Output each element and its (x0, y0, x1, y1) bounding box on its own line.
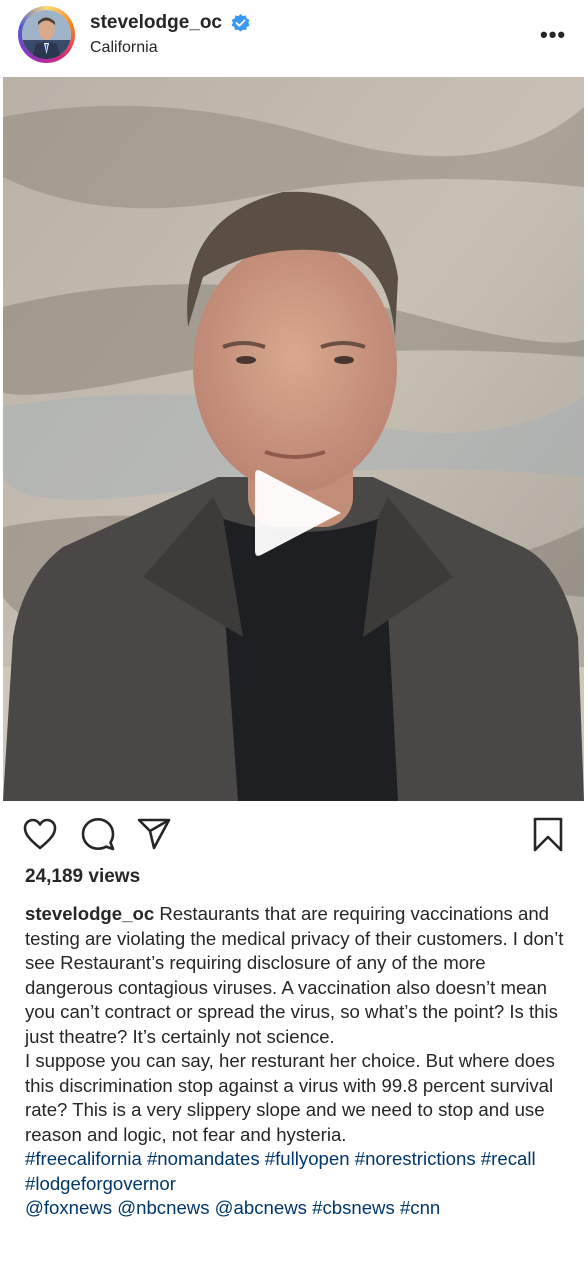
play-icon[interactable] (255, 467, 347, 559)
caption-mentions[interactable]: @foxnews @nbcnews @abcnews #cbsnews #cnn (25, 1196, 565, 1221)
video-frame (3, 77, 584, 801)
caption-text-2: I suppose you can say, her resturant her… (25, 1050, 555, 1145)
post-header: stevelodge_oc California ••• (0, 0, 588, 76)
action-bar (0, 816, 588, 856)
post-location[interactable]: California (90, 39, 158, 57)
video-post[interactable] (3, 77, 584, 801)
bookmark-icon[interactable] (530, 816, 566, 852)
avatar[interactable] (22, 10, 71, 59)
post-caption: stevelodge_oc Restaurants that are requi… (25, 902, 565, 1221)
caption-hashtags[interactable]: #freecalifornia #nomandates #fullyopen #… (25, 1147, 565, 1196)
verified-badge-icon (231, 14, 250, 32)
heart-icon[interactable] (22, 816, 58, 852)
caption-username[interactable]: stevelodge_oc (25, 903, 154, 924)
caption-text-1: Restaurants that are requiring vaccinati… (25, 903, 564, 1047)
share-icon[interactable] (136, 816, 172, 852)
comment-icon[interactable] (80, 816, 116, 852)
story-ring[interactable] (18, 6, 75, 63)
view-count[interactable]: 24,189 views (25, 866, 140, 888)
post-username[interactable]: stevelodge_oc (90, 12, 222, 34)
caption-paragraph-1: stevelodge_oc Restaurants that are requi… (25, 902, 565, 1049)
more-options-icon[interactable]: ••• (540, 22, 566, 48)
